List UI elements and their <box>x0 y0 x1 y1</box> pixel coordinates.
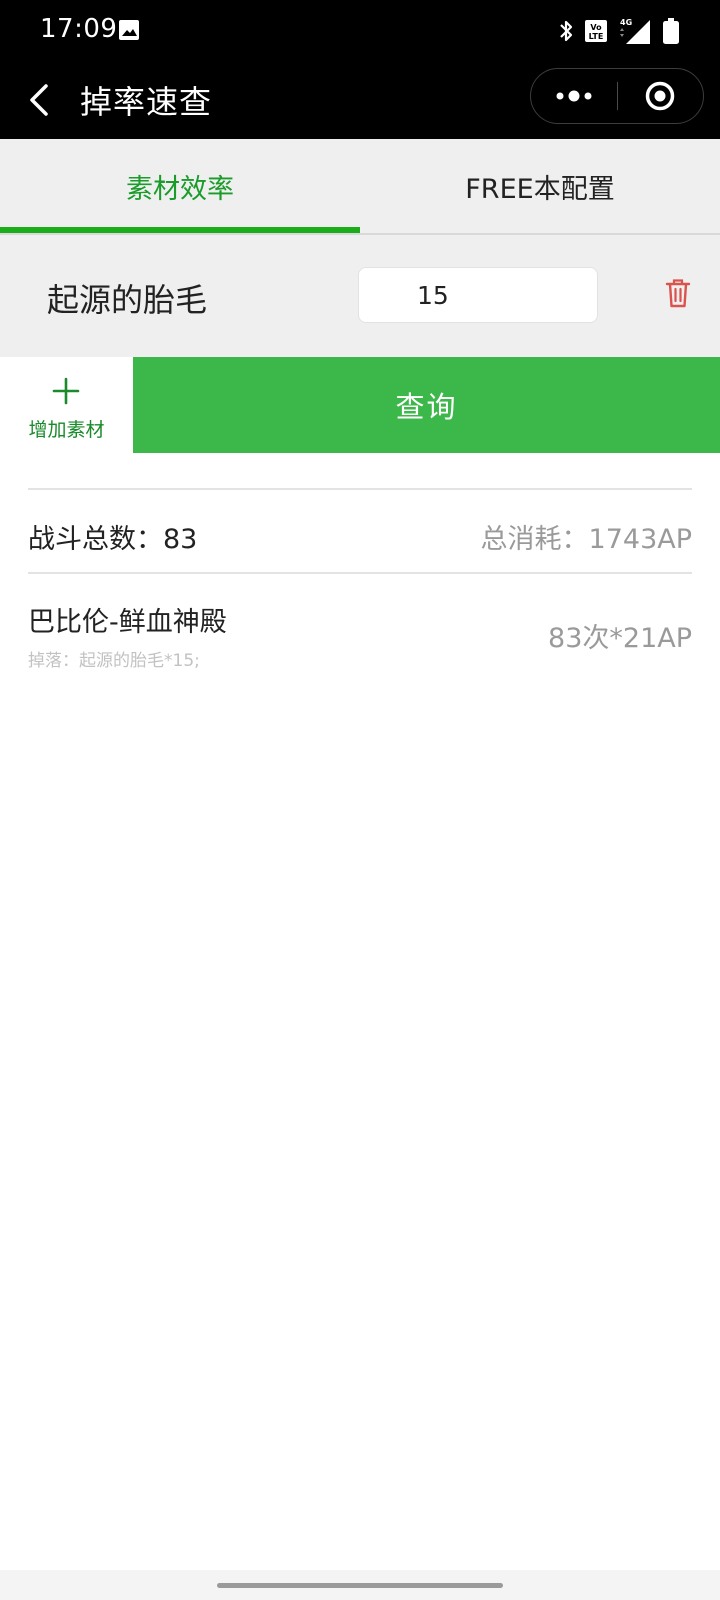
svg-text:Vo: Vo <box>590 23 602 32</box>
divider <box>28 488 692 490</box>
divider <box>28 572 692 574</box>
more-icon[interactable] <box>531 69 617 123</box>
home-indicator[interactable] <box>217 1583 503 1588</box>
trash-icon[interactable] <box>664 277 692 309</box>
total-cost: 总消耗：1743AP <box>480 524 692 555</box>
menu-capsule <box>530 68 704 124</box>
status-bar: 17:09 Vo LTE 4G <box>0 0 720 62</box>
quest-runs: 83次*21AP <box>548 623 692 654</box>
tab-active-indicator <box>0 227 360 233</box>
material-row: 起源的胎毛 <box>0 235 720 357</box>
volte-icon: Vo LTE <box>585 20 607 42</box>
page-title: 掉率速查 <box>80 83 213 121</box>
material-name[interactable]: 起源的胎毛 <box>47 275 207 321</box>
quest-drops: 掉落：起源的胎毛*15; <box>28 651 200 671</box>
status-icons: Vo LTE 4G <box>558 14 680 48</box>
svg-text:4G: 4G <box>620 18 632 27</box>
4g-signal-icon: 4G <box>620 18 650 44</box>
tab-free-config[interactable]: FREE本配置 <box>360 139 720 233</box>
status-time: 17:09 <box>40 14 118 44</box>
battle-count: 战斗总数：83 <box>28 524 198 555</box>
close-target-icon[interactable] <box>618 69 704 123</box>
quantity-input[interactable] <box>358 267 598 323</box>
query-button[interactable]: 查询 <box>133 357 720 453</box>
back-arrow-icon[interactable] <box>22 80 58 120</box>
add-material-button[interactable]: 增加素材 <box>0 357 133 453</box>
bluetooth-icon <box>560 20 573 42</box>
add-material-label: 增加素材 <box>28 419 105 441</box>
title-bar: 掉率速查 <box>0 62 720 139</box>
quest-name: 巴比伦-鲜血神殿 <box>28 607 227 638</box>
tab-material-efficiency[interactable]: 素材效率 <box>0 139 360 233</box>
svg-text:LTE: LTE <box>589 32 604 41</box>
battery-icon <box>663 18 679 44</box>
gallery-icon <box>119 20 139 40</box>
plus-icon <box>52 377 80 405</box>
tab-bar: 素材效率 FREE本配置 <box>0 139 720 235</box>
